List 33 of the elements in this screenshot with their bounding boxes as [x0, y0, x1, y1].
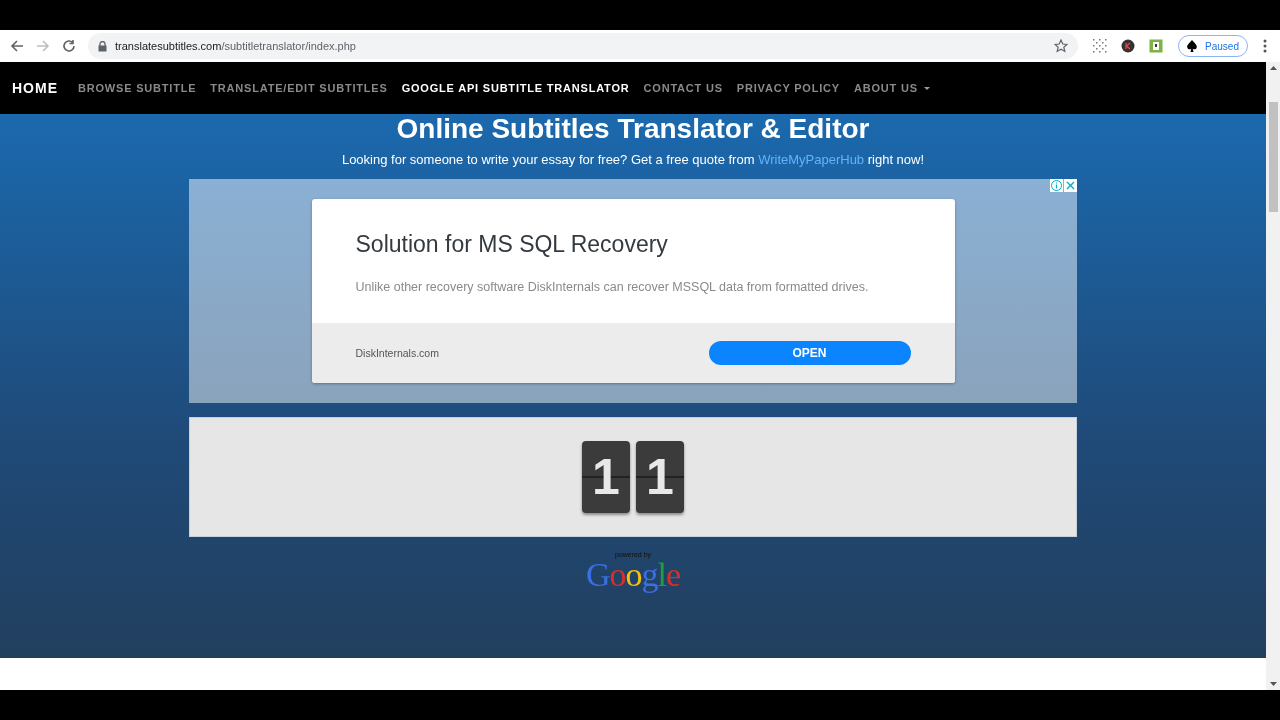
letter-k-icon[interactable] [1121, 39, 1136, 53]
scrollbar[interactable] [1266, 62, 1280, 690]
address-bar[interactable]: translatesubtitles.com/subtitletranslator/index.php [88, 33, 1079, 59]
forward-arrow-icon [36, 39, 50, 53]
back-arrow-icon [10, 39, 24, 53]
menu-icon[interactable] [1263, 39, 1267, 53]
flip-digit: 1 [636, 441, 684, 513]
scroll-down-icon[interactable] [1269, 682, 1277, 686]
google-logo: Google [585, 558, 681, 592]
ad-domain: DiskInternals.com [355, 347, 439, 359]
reload-icon [62, 39, 76, 53]
nav-link[interactable]: HOME [12, 80, 58, 96]
dots-grid-icon[interactable] [1093, 39, 1108, 53]
nav-link[interactable]: GOOGLE API SUBTITLE TRANSLATOR [401, 82, 630, 94]
scrollbar-thumb[interactable] [1268, 102, 1278, 212]
extension-icon[interactable] [1149, 39, 1164, 53]
close-icon[interactable] [1064, 179, 1077, 192]
ad-title: Solution for MS SQL Recovery [355, 231, 669, 258]
flip-digit: 1 [582, 441, 630, 513]
scroll-up-icon[interactable] [1269, 66, 1277, 70]
nav-link[interactable]: ABOUT US [853, 82, 931, 94]
ad-description: Unlike other recovery software DiskInternals can recover MSSQL data from formatted drives. [355, 280, 870, 294]
profile-button[interactable]: Paused [1178, 35, 1248, 57]
nav-link[interactable]: BROWSE SUBTITLE [78, 82, 197, 94]
lock-icon [98, 40, 107, 52]
promo-text: Looking for someone to write your essay for free? Get a free quote from WriteMyPaperHub right now! [341, 152, 925, 167]
bookmark-star-icon[interactable] [1054, 39, 1069, 53]
nav-link[interactable]: CONTACT US [643, 82, 723, 94]
spade-icon [1185, 39, 1200, 53]
nav-link[interactable]: TRANSLATE/EDIT SUBTITLES [210, 82, 388, 94]
page-heading: Online Subtitles Translator & Editor [396, 114, 870, 144]
nav-link[interactable]: PRIVACY POLICY [736, 82, 840, 94]
open-button[interactable]: OPEN [708, 341, 911, 365]
